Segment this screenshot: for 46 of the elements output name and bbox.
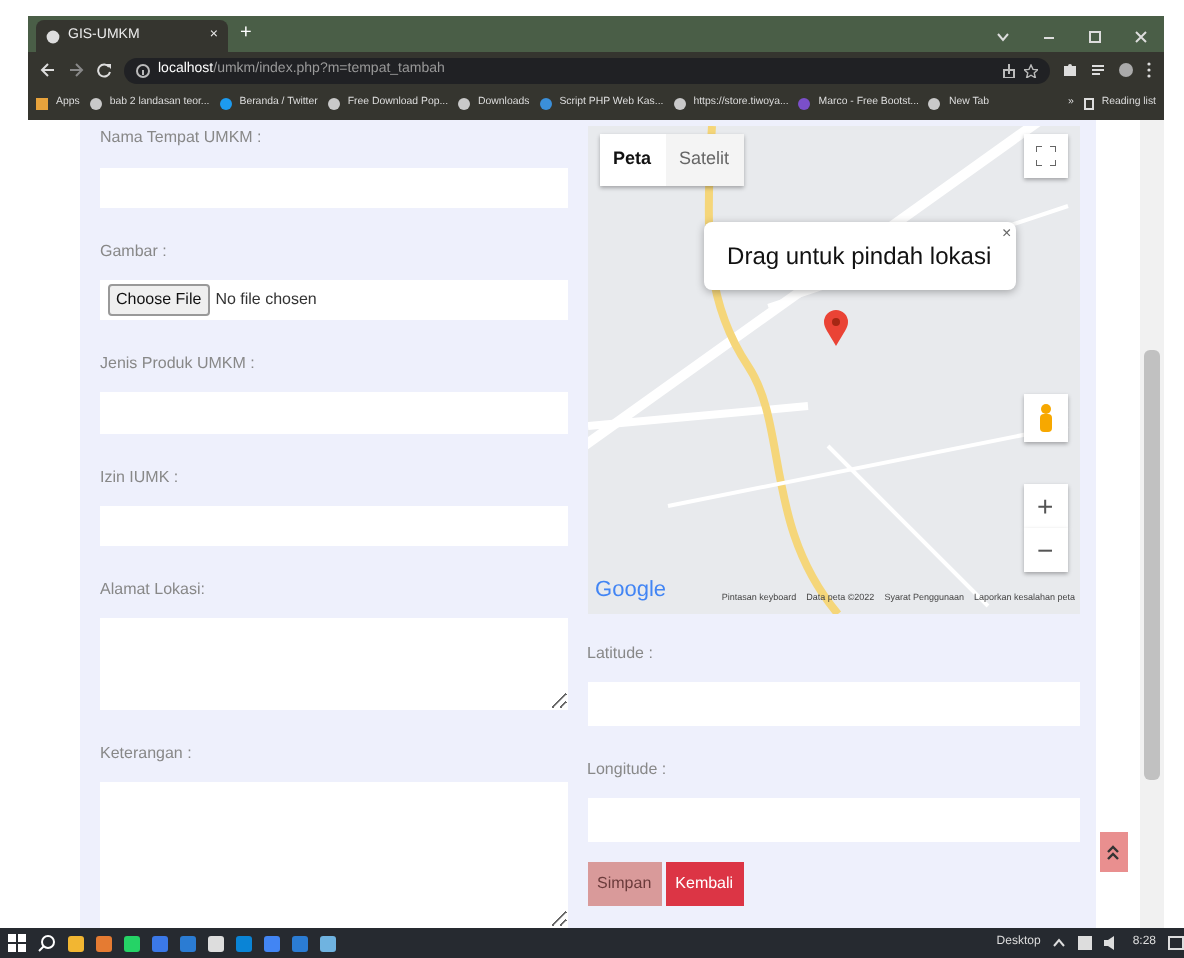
maximize-icon[interactable]	[1088, 30, 1102, 44]
fullscreen-button[interactable]	[1023, 134, 1068, 178]
field-label: Alamat Lokasi:	[100, 577, 207, 602]
field-label: Izin IUMK :	[100, 465, 181, 490]
playlist-icon[interactable]	[1090, 62, 1106, 78]
scrollbar[interactable]	[1140, 120, 1164, 928]
chevron-up-icon[interactable]	[1052, 938, 1067, 948]
back-icon[interactable]	[40, 62, 56, 78]
reading-list-icon	[1083, 97, 1094, 110]
field-label: Longitude :	[587, 758, 669, 782]
forward-icon[interactable]	[68, 62, 84, 78]
windows-start-icon[interactable]	[8, 934, 26, 952]
chevron-down-icon[interactable]	[996, 32, 1010, 42]
zoom-out-button[interactable]: −	[1023, 528, 1068, 572]
star-icon[interactable]	[1024, 63, 1038, 77]
search-icon[interactable]	[38, 934, 56, 952]
network-icon[interactable]	[1078, 936, 1093, 950]
map-logo: Google	[595, 575, 667, 605]
close-button[interactable]: ×	[1001, 222, 1012, 246]
fullscreen-icon	[1035, 146, 1056, 166]
person-icon	[1037, 404, 1054, 432]
notification-icon[interactable]	[1168, 935, 1184, 951]
double-chevron-up-icon	[1106, 844, 1121, 860]
info-icon	[136, 63, 150, 77]
map-type-tab[interactable]: Peta	[599, 134, 666, 185]
field-label: Latitude :	[587, 642, 655, 666]
globe-icon	[46, 29, 60, 43]
map-type-tab[interactable]: Satelit	[665, 134, 744, 185]
zoom-in-button[interactable]: +	[1023, 484, 1068, 528]
map-marker-icon	[823, 310, 848, 346]
file-input[interactable]: Choose File No file chosen	[100, 280, 568, 321]
new-tab-button[interactable]: +	[240, 18, 252, 48]
info-window: Drag untuk pindah lokasi ×	[703, 222, 1016, 290]
share-icon[interactable]	[1002, 63, 1016, 77]
field-label: Jenis Produk UMKM :	[100, 352, 257, 377]
minimize-icon[interactable]	[1042, 32, 1056, 42]
field-label: Nama Tempat UMKM :	[100, 126, 264, 150]
field-label: Gambar :	[100, 240, 169, 265]
profile-icon[interactable]	[1118, 62, 1134, 78]
reload-icon[interactable]	[96, 62, 112, 78]
form-button[interactable]: Kembali	[665, 862, 744, 906]
puzzle-icon[interactable]	[1062, 62, 1078, 78]
more-menu-icon[interactable]	[1146, 62, 1152, 78]
close-icon[interactable]	[1134, 30, 1148, 44]
scroll-top-button[interactable]	[1099, 832, 1128, 872]
field-label: Keterangan :	[100, 741, 194, 766]
